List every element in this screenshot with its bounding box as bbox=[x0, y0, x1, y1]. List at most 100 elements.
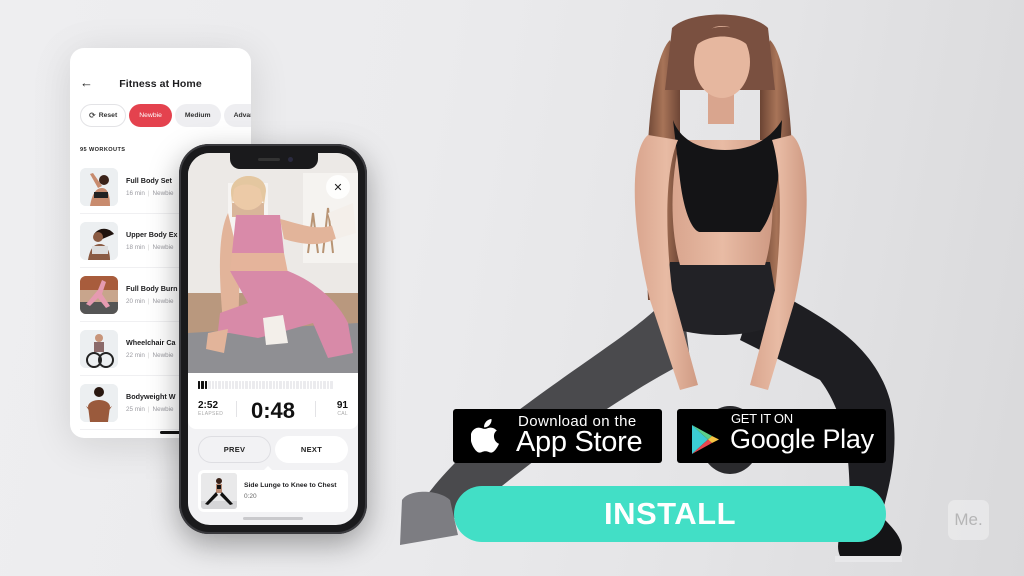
screen-title: Fitness at Home bbox=[119, 78, 202, 90]
phone-mockup: ✕ 2:52 ELAPSED 0:48 91 CAL PREV NEXT Sid… bbox=[179, 144, 367, 534]
filter-chip-medium[interactable]: Medium bbox=[174, 104, 221, 127]
exercise-progress-bar bbox=[198, 381, 333, 389]
install-button[interactable]: INSTALL bbox=[454, 486, 886, 542]
workout-duration: 25 min bbox=[126, 406, 145, 413]
progress-segment bbox=[296, 381, 299, 389]
home-indicator bbox=[243, 517, 303, 520]
progress-segment bbox=[272, 381, 275, 389]
workout-level: Newbie bbox=[152, 244, 174, 251]
google-play-big-text: Google Play bbox=[730, 424, 874, 454]
filter-chips: ⟳ Reset Newbie Medium Advance bbox=[80, 104, 251, 127]
next-exercise-thumbnail bbox=[201, 473, 237, 509]
workout-duration: 16 min bbox=[126, 190, 145, 197]
exercise-navigation: PREV NEXT bbox=[198, 436, 348, 463]
app-store-big-text: App Store bbox=[516, 426, 643, 458]
progress-segment bbox=[282, 381, 286, 389]
progress-segment bbox=[238, 381, 242, 389]
chip-label: Reset bbox=[98, 112, 118, 119]
calories-label: CAL bbox=[337, 411, 348, 417]
progress-segment bbox=[245, 381, 248, 389]
progress-segment bbox=[221, 381, 225, 389]
progress-segment bbox=[231, 381, 235, 389]
progress-segment bbox=[204, 381, 208, 389]
chip-label: Medium bbox=[184, 112, 211, 119]
workout-name: Full Body Set bbox=[126, 176, 172, 185]
workout-count: 95 WORKOUTS bbox=[80, 147, 126, 153]
workout-thumbnail bbox=[80, 329, 118, 368]
workout-duration: 22 min bbox=[126, 352, 145, 359]
progress-segment bbox=[306, 381, 309, 389]
progress-segment bbox=[252, 381, 255, 389]
progress-segment bbox=[330, 381, 333, 389]
chip-label: Advance bbox=[233, 112, 251, 119]
progress-segment bbox=[248, 381, 252, 389]
stat-divider bbox=[315, 401, 316, 417]
progress-segment bbox=[289, 381, 292, 389]
progress-segment bbox=[299, 381, 303, 389]
workout-thumbnail bbox=[80, 383, 118, 422]
google-play-badge[interactable]: GET IT ON Google Play bbox=[677, 409, 886, 463]
workout-level: Newbie bbox=[152, 190, 174, 197]
workout-name: Wheelchair Ca bbox=[126, 338, 176, 347]
progress-segment bbox=[265, 381, 269, 389]
workout-player-screen: ✕ 2:52 ELAPSED 0:48 91 CAL PREV NEXT Sid… bbox=[188, 153, 358, 525]
workout-level: Newbie bbox=[152, 406, 174, 413]
next-exercise-card[interactable]: Side Lunge to Knee to Chest 0:20 bbox=[198, 466, 348, 512]
progress-segment bbox=[269, 381, 272, 389]
workout-name: Bodyweight W bbox=[126, 392, 176, 401]
progress-segment bbox=[242, 381, 245, 389]
next-button[interactable]: NEXT bbox=[275, 436, 348, 463]
brand-logo: Me. bbox=[948, 500, 989, 540]
progress-segment bbox=[323, 381, 326, 389]
refresh-icon: ⟳ bbox=[89, 111, 96, 120]
chip-label: Newbie bbox=[139, 112, 162, 119]
progress-segment bbox=[211, 381, 214, 389]
workout-thumbnail bbox=[80, 275, 118, 314]
progress-segment bbox=[218, 381, 221, 389]
progress-segment bbox=[259, 381, 262, 389]
phone-notch bbox=[230, 153, 318, 169]
prev-button[interactable]: PREV bbox=[198, 436, 271, 463]
workout-name: Upper Body Ex bbox=[126, 230, 178, 239]
progress-segment bbox=[228, 381, 231, 389]
progress-segment bbox=[275, 381, 279, 389]
progress-segment bbox=[279, 381, 282, 389]
progress-segment bbox=[303, 381, 306, 389]
progress-segment bbox=[214, 381, 218, 389]
countdown-timer: 0:48 bbox=[250, 398, 296, 423]
progress-segment bbox=[320, 381, 323, 389]
workout-level: Newbie bbox=[152, 352, 174, 359]
workout-stats-card: 2:52 ELAPSED 0:48 91 CAL bbox=[188, 373, 358, 429]
google-play-icon bbox=[692, 425, 719, 454]
progress-segment bbox=[286, 381, 289, 389]
progress-segment bbox=[225, 381, 228, 389]
filter-chip-reset[interactable]: ⟳ Reset bbox=[80, 104, 127, 127]
progress-segment bbox=[208, 381, 211, 389]
close-button[interactable]: ✕ bbox=[326, 175, 350, 199]
progress-segment bbox=[316, 381, 320, 389]
workout-duration: 18 min bbox=[126, 244, 145, 251]
progress-segment bbox=[201, 381, 204, 389]
screen-header: ← Fitness at Home bbox=[70, 76, 251, 96]
workout-thumbnail bbox=[80, 167, 118, 206]
filter-chip-advance[interactable]: Advance bbox=[223, 104, 251, 127]
close-icon: ✕ bbox=[333, 181, 343, 194]
filter-chip-newbie[interactable]: Newbie bbox=[129, 104, 172, 127]
apple-logo-icon bbox=[471, 419, 499, 453]
workout-level: Newbie bbox=[152, 298, 174, 305]
progress-segment bbox=[326, 381, 330, 389]
progress-segment bbox=[198, 381, 201, 389]
workout-duration: 20 min bbox=[126, 298, 145, 305]
workout-thumbnail bbox=[80, 221, 118, 260]
app-store-badge[interactable]: Download on the App Store bbox=[453, 409, 662, 463]
next-exercise-title: Side Lunge to Knee to Chest bbox=[244, 482, 337, 489]
next-exercise-duration: 0:20 bbox=[244, 493, 257, 500]
calories-stat: 91 CAL bbox=[337, 400, 348, 417]
calories-value: 91 bbox=[336, 400, 348, 411]
progress-segment bbox=[235, 381, 238, 389]
progress-segment bbox=[292, 381, 296, 389]
progress-segment bbox=[313, 381, 316, 389]
progress-segment bbox=[255, 381, 259, 389]
progress-segment bbox=[309, 381, 313, 389]
workout-name: Full Body Burn bbox=[126, 284, 178, 293]
